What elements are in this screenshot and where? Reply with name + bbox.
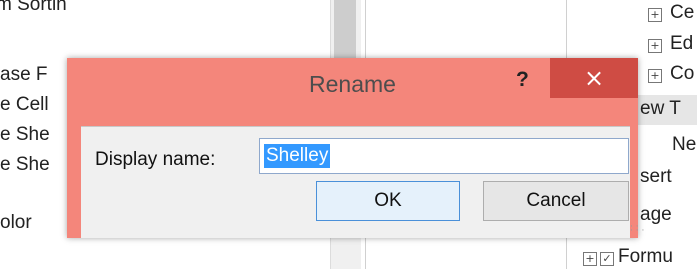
help-button[interactable]: ?	[516, 68, 529, 92]
right-item: Ce	[670, 2, 695, 23]
resize-grip-icon[interactable]: · · · · ·	[630, 223, 644, 236]
cancel-button[interactable]: Cancel	[483, 181, 629, 221]
display-name-value: Shelley	[264, 144, 331, 168]
right-item: Ne	[672, 134, 697, 155]
left-item: m Sortin	[0, 0, 67, 15]
left-item: e She	[0, 124, 50, 145]
rename-dialog: Rename ? × Display name: Shelley OK Canc…	[67, 58, 644, 238]
left-item: ase F	[0, 64, 48, 85]
ok-button[interactable]: OK	[316, 181, 460, 221]
right-item: age	[640, 204, 672, 225]
expand-icon[interactable]: +	[648, 8, 662, 22]
left-item: e She	[0, 154, 50, 175]
expand-icon[interactable]: +	[583, 252, 597, 266]
left-item: olor	[0, 212, 32, 233]
right-item: ew T	[640, 98, 681, 119]
right-item: Ed	[670, 33, 694, 54]
expand-icon[interactable]: +	[648, 69, 662, 83]
checkbox-icon[interactable]: ✓	[600, 252, 614, 266]
dialog-body: Display name: Shelley OK Cancel · · · · ·	[81, 126, 644, 238]
expand-icon[interactable]: +	[648, 39, 662, 53]
display-name-label: Display name:	[95, 149, 216, 170]
right-item: Formu	[618, 246, 673, 267]
display-name-input[interactable]: Shelley	[259, 138, 629, 174]
right-item: sert	[640, 166, 672, 187]
close-button[interactable]: ×	[550, 58, 638, 98]
right-item: Co	[670, 63, 695, 84]
left-item: e Cell	[0, 94, 49, 115]
